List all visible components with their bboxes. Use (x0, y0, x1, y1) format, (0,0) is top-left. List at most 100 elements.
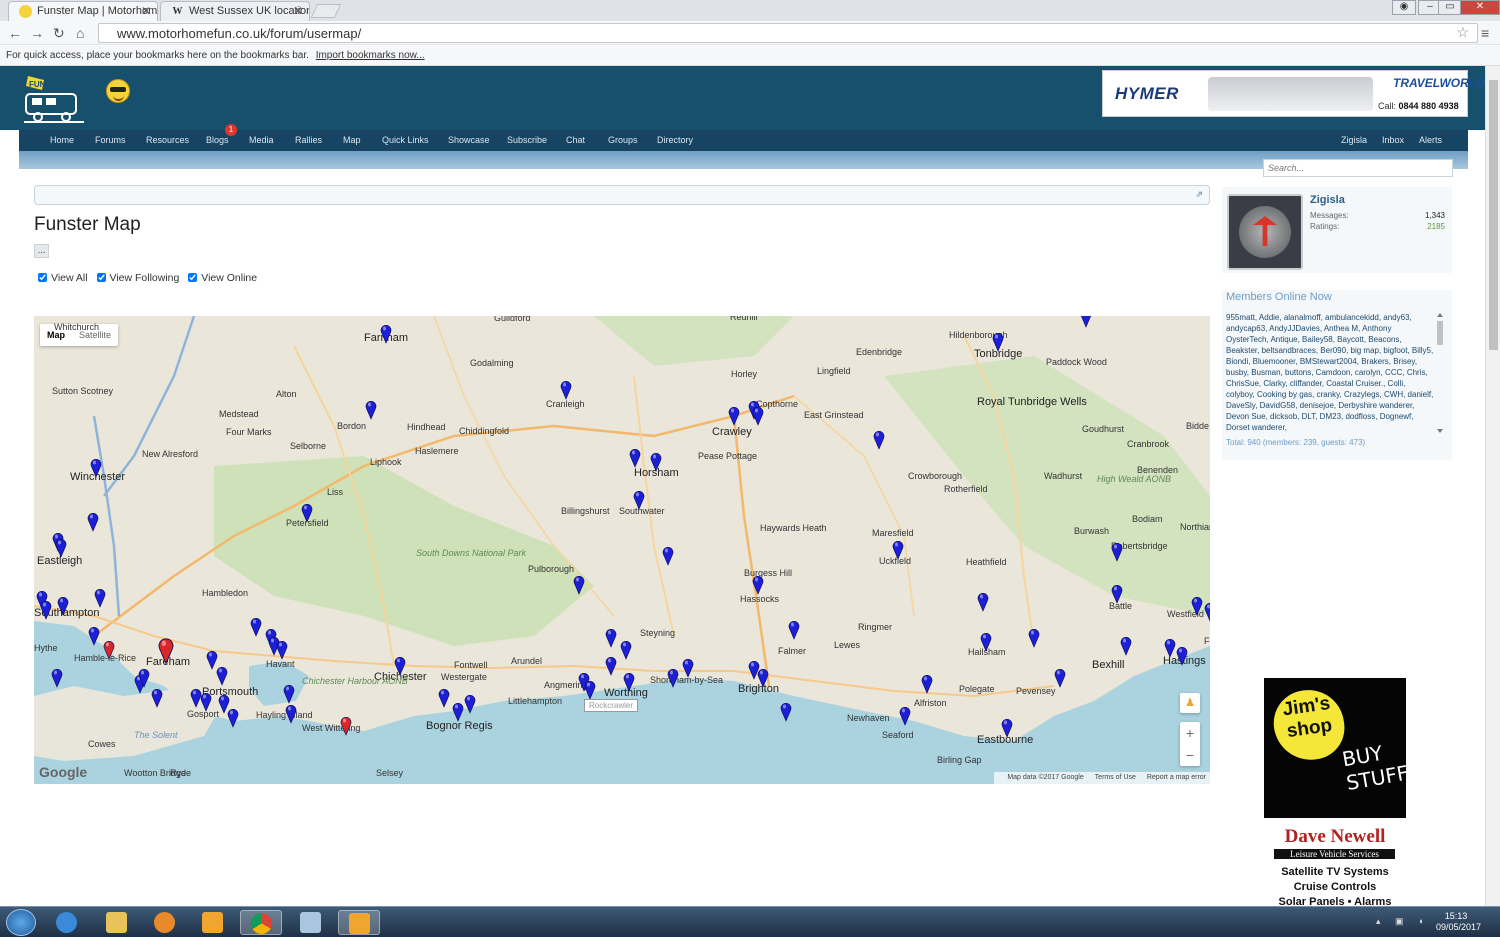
online-member-pin-icon[interactable] (340, 716, 352, 736)
member-location-pin-icon[interactable] (55, 538, 67, 558)
member-location-pin-icon[interactable] (873, 430, 885, 450)
member-location-pin-icon[interactable] (1001, 718, 1013, 738)
home-icon[interactable]: ⌂ (76, 25, 84, 41)
nav-alerts[interactable]: Alerts (1419, 135, 1442, 145)
page-scrollbar-thumb[interactable] (1489, 80, 1498, 350)
member-location-pin-icon[interactable] (51, 668, 63, 688)
member-location-pin-icon[interactable] (662, 546, 674, 566)
close-window-button[interactable]: ✕ (1460, 0, 1500, 15)
member-location-pin-icon[interactable] (682, 658, 694, 678)
import-bookmarks-link[interactable]: Import bookmarks now... (316, 50, 425, 61)
page-scrollbar[interactable] (1485, 66, 1500, 906)
member-location-pin-icon[interactable] (1054, 668, 1066, 688)
nav-map[interactable]: Map (343, 135, 361, 145)
view-online-check[interactable] (188, 273, 198, 282)
external-link-icon[interactable]: ⇗ (1195, 189, 1203, 200)
nav-forums[interactable]: Forums (95, 135, 126, 145)
member-location-pin-icon[interactable] (40, 600, 52, 620)
maximize-button[interactable]: ▭ (1438, 0, 1462, 15)
member-location-pin-icon[interactable] (365, 400, 377, 420)
file-explorer-taskbar-button[interactable] (96, 910, 138, 935)
member-location-pin-icon[interactable] (216, 666, 228, 686)
member-location-pin-icon[interactable] (752, 575, 764, 595)
member-location-pin-icon[interactable] (980, 632, 992, 652)
member-location-pin-icon[interactable] (285, 704, 297, 724)
member-location-pin-icon[interactable] (1164, 638, 1176, 658)
member-location-pin-icon[interactable] (899, 706, 911, 726)
member-location-pin-icon[interactable] (921, 674, 933, 694)
member-location-pin-icon[interactable] (1176, 646, 1188, 666)
back-icon[interactable]: ← (8, 25, 22, 41)
view-following-check[interactable] (96, 273, 106, 282)
close-tab-icon[interactable]: ✕ (141, 4, 151, 18)
member-location-pin-icon[interactable] (1111, 542, 1123, 562)
member-location-pin-icon[interactable] (452, 702, 464, 722)
nav-rallies[interactable]: Rallies (295, 135, 322, 145)
member-location-pin-icon[interactable] (394, 656, 406, 676)
member-location-pin-icon[interactable] (977, 592, 989, 612)
member-location-pin-icon[interactable] (757, 668, 769, 688)
member-location-pin-icon[interactable] (1080, 316, 1092, 328)
avatar[interactable] (1227, 194, 1303, 270)
report-map-error-link[interactable]: Report a map error (1147, 774, 1206, 781)
member-location-pin-icon[interactable] (752, 406, 764, 426)
hymer-advert-banner[interactable]: HYMER TRAVELWORLD Call: 0844 880 4938 (1102, 70, 1485, 117)
zoom-out-button[interactable]: − (1180, 744, 1200, 766)
member-location-pin-icon[interactable] (620, 640, 632, 660)
outlook-taskbar-button[interactable] (192, 910, 234, 935)
outlook-window-taskbar-button[interactable] (338, 910, 380, 935)
calculator-taskbar-button[interactable] (290, 910, 332, 935)
member-location-pin-icon[interactable] (90, 458, 102, 478)
member-location-pin-icon[interactable] (1204, 602, 1210, 622)
funster-map[interactable]: MapSatellite WhitchurchGuildfordFarnhamG… (34, 316, 1210, 784)
member-location-pin-icon[interactable] (788, 620, 800, 640)
nav-groups[interactable]: Groups (608, 135, 638, 145)
member-location-pin-icon[interactable] (464, 694, 476, 714)
member-location-pin-icon[interactable] (629, 448, 641, 468)
system-tray[interactable]: ▴ ▣ ◖ (1376, 916, 1429, 927)
nav-media[interactable]: Media (249, 135, 274, 145)
member-location-pin-icon[interactable] (728, 406, 740, 426)
member-location-pin-icon[interactable] (1028, 628, 1040, 648)
nav-resources[interactable]: Resources (146, 135, 189, 145)
member-location-pin-icon[interactable] (584, 680, 596, 700)
nav-subscribe[interactable]: Subscribe (507, 135, 547, 145)
member-location-pin-icon[interactable] (250, 617, 262, 637)
member-location-pin-icon[interactable] (780, 702, 792, 722)
member-location-pin-icon[interactable] (283, 684, 295, 704)
nav-inbox[interactable]: Inbox (1382, 135, 1404, 145)
member-location-pin-icon[interactable] (605, 628, 617, 648)
member-location-pin-icon[interactable] (301, 503, 313, 523)
user-icon[interactable]: ◉ (1392, 0, 1416, 15)
member-location-pin-icon[interactable] (57, 596, 69, 616)
member-location-pin-icon[interactable] (560, 380, 572, 400)
member-location-pin-icon[interactable] (276, 640, 288, 660)
site-logo[interactable]: FUN (20, 72, 88, 126)
member-location-pin-icon[interactable] (380, 324, 392, 344)
member-location-pin-icon[interactable] (1111, 584, 1123, 604)
street-view-pegman-icon[interactable]: ♟ (1180, 693, 1200, 713)
menu-icon[interactable]: ≡ (1481, 25, 1489, 41)
members-online-scrollbar[interactable] (1436, 312, 1444, 434)
member-location-pin-icon[interactable] (438, 688, 450, 708)
star-icon[interactable]: ☆ (1456, 24, 1469, 41)
member-location-pin-icon[interactable] (200, 692, 212, 712)
member-location-pin-icon[interactable] (151, 688, 163, 708)
member-location-pin-icon[interactable] (1120, 636, 1132, 656)
tab-west-sussex[interactable]: W West Sussex UK location ✕ (160, 1, 310, 21)
nav-account[interactable]: Zigisla (1341, 135, 1367, 145)
nav-directory[interactable]: Directory (657, 135, 693, 145)
profile-username[interactable]: Zigisla (1310, 194, 1345, 206)
zoom-in-button[interactable]: + (1180, 722, 1200, 744)
reload-icon[interactable]: ↻ (53, 25, 65, 42)
view-all-checkbox[interactable]: View All (38, 272, 88, 284)
media-player-taskbar-button[interactable] (144, 910, 186, 935)
view-following-checkbox[interactable]: View Following (96, 272, 179, 284)
new-tab-button[interactable] (310, 4, 342, 18)
more-options-button[interactable]: ... (34, 244, 49, 258)
taskbar-clock[interactable]: 15:13 09/05/2017 (1436, 911, 1481, 933)
nav-home[interactable]: Home (50, 135, 74, 145)
chrome-taskbar-button[interactable] (240, 910, 282, 935)
member-location-pin-icon[interactable] (650, 452, 662, 472)
member-location-pin-icon[interactable] (992, 332, 1004, 352)
